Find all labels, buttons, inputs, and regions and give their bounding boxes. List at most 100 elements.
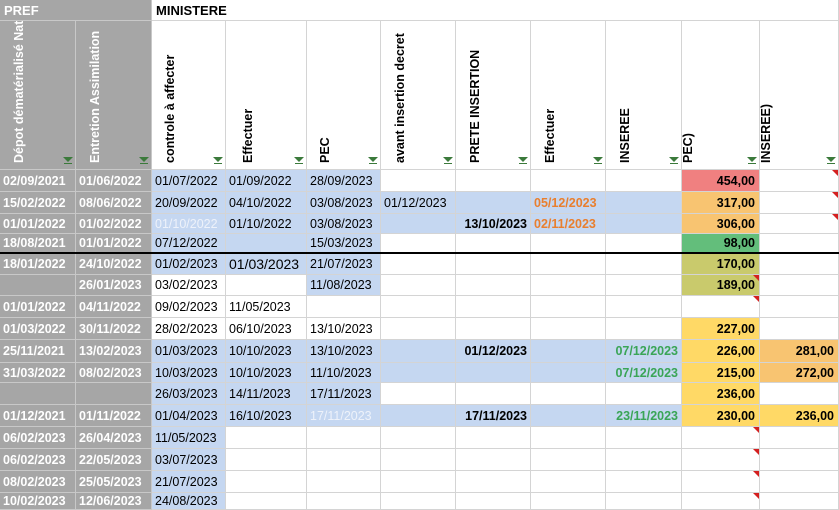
table-cell[interactable] bbox=[456, 449, 531, 471]
table-cell[interactable] bbox=[307, 427, 381, 449]
table-cell[interactable]: 21/07/2023 bbox=[307, 253, 381, 275]
table-cell[interactable] bbox=[226, 427, 307, 449]
header-delta-inseree-col[interactable]: DELTA (AFFECTER - INSEREE) bbox=[760, 21, 839, 170]
table-cell[interactable] bbox=[456, 275, 531, 296]
table-cell[interactable] bbox=[381, 234, 456, 253]
table-cell[interactable]: 227,00 bbox=[682, 318, 760, 340]
table-cell[interactable] bbox=[760, 170, 839, 192]
table-cell[interactable] bbox=[456, 296, 531, 318]
table-cell[interactable] bbox=[381, 449, 456, 471]
table-cell[interactable] bbox=[307, 471, 381, 493]
table-cell[interactable] bbox=[226, 471, 307, 493]
table-cell[interactable] bbox=[760, 383, 839, 405]
table-cell[interactable]: 13/10/2023 bbox=[307, 318, 381, 340]
table-cell[interactable]: 06/02/2023 bbox=[0, 449, 76, 471]
table-cell[interactable]: 02/11/2023 bbox=[531, 214, 606, 234]
table-cell[interactable]: 25/11/2021 bbox=[0, 340, 76, 363]
table-cell[interactable]: 230,00 bbox=[682, 405, 760, 427]
table-cell[interactable]: 28/02/2023 bbox=[152, 318, 226, 340]
table-cell[interactable]: 454,00 bbox=[682, 170, 760, 192]
table-cell[interactable] bbox=[456, 471, 531, 493]
header-controle-col[interactable]: controle à affecter bbox=[152, 21, 226, 170]
table-cell[interactable] bbox=[456, 427, 531, 449]
table-cell[interactable]: 03/07/2023 bbox=[152, 449, 226, 471]
table-cell[interactable] bbox=[606, 318, 682, 340]
table-cell[interactable]: 10/10/2023 bbox=[226, 363, 307, 383]
table-cell[interactable] bbox=[531, 405, 606, 427]
table-cell[interactable]: 01/10/2022 bbox=[152, 214, 226, 234]
table-cell[interactable]: 306,00 bbox=[682, 214, 760, 234]
table-cell[interactable] bbox=[531, 493, 606, 510]
table-cell[interactable]: 20/09/2022 bbox=[152, 192, 226, 214]
section-pref[interactable]: PREF bbox=[0, 0, 152, 21]
table-cell[interactable]: 03/08/2023 bbox=[307, 192, 381, 214]
table-cell[interactable] bbox=[456, 192, 531, 214]
table-cell[interactable] bbox=[531, 170, 606, 192]
filter-dropdown-icon[interactable] bbox=[826, 157, 836, 165]
table-cell[interactable] bbox=[531, 296, 606, 318]
table-cell[interactable] bbox=[307, 296, 381, 318]
comment-indicator-icon[interactable] bbox=[753, 275, 759, 281]
table-cell[interactable] bbox=[0, 383, 76, 405]
table-cell[interactable] bbox=[606, 449, 682, 471]
table-cell[interactable]: 01/04/2023 bbox=[152, 405, 226, 427]
table-cell[interactable]: 01/03/2023 bbox=[226, 253, 307, 275]
table-cell[interactable]: 11/08/2023 bbox=[307, 275, 381, 296]
table-cell[interactable] bbox=[760, 253, 839, 275]
header-depot-col[interactable]: Dépot dématérialisé Naturalisation bbox=[0, 21, 76, 170]
table-cell[interactable]: 01/12/2023 bbox=[381, 192, 456, 214]
table-cell[interactable] bbox=[760, 296, 839, 318]
table-cell[interactable] bbox=[531, 449, 606, 471]
header-effectuer-col[interactable]: Effectuer bbox=[226, 21, 307, 170]
header-prete-insertion-col[interactable]: PRETE INSERTION bbox=[456, 21, 531, 170]
section-ministere[interactable]: MINISTERE bbox=[152, 0, 839, 21]
table-cell[interactable]: 01/03/2022 bbox=[0, 318, 76, 340]
table-cell[interactable] bbox=[606, 471, 682, 493]
table-cell[interactable] bbox=[456, 234, 531, 253]
table-cell[interactable] bbox=[682, 296, 760, 318]
table-cell[interactable]: 236,00 bbox=[760, 405, 839, 427]
table-cell[interactable]: 12/06/2023 bbox=[76, 493, 152, 510]
table-cell[interactable]: 06/02/2023 bbox=[0, 427, 76, 449]
table-cell[interactable]: 189,00 bbox=[682, 275, 760, 296]
table-cell[interactable]: 04/10/2022 bbox=[226, 192, 307, 214]
comment-indicator-icon[interactable] bbox=[753, 296, 759, 302]
table-cell[interactable]: 13/10/2023 bbox=[307, 340, 381, 363]
filter-dropdown-icon[interactable] bbox=[669, 157, 679, 165]
table-cell[interactable]: 25/05/2023 bbox=[76, 471, 152, 493]
table-cell[interactable]: 11/05/2023 bbox=[152, 427, 226, 449]
table-cell[interactable]: 98,00 bbox=[682, 234, 760, 253]
table-cell[interactable]: 26/04/2023 bbox=[76, 427, 152, 449]
table-cell[interactable]: 01/06/2022 bbox=[76, 170, 152, 192]
table-cell[interactable] bbox=[226, 234, 307, 253]
table-cell[interactable] bbox=[606, 170, 682, 192]
table-cell[interactable]: 06/10/2023 bbox=[226, 318, 307, 340]
table-cell[interactable] bbox=[760, 234, 839, 253]
table-cell[interactable] bbox=[606, 275, 682, 296]
table-cell[interactable] bbox=[682, 449, 760, 471]
table-cell[interactable] bbox=[760, 214, 839, 234]
table-cell[interactable] bbox=[606, 296, 682, 318]
table-cell[interactable] bbox=[760, 275, 839, 296]
table-cell[interactable]: 11/10/2023 bbox=[307, 363, 381, 383]
comment-indicator-icon[interactable] bbox=[753, 449, 759, 455]
filter-dropdown-icon[interactable] bbox=[294, 157, 304, 165]
table-cell[interactable] bbox=[226, 275, 307, 296]
header-avant-insertion-col[interactable]: avant insertion decret bbox=[381, 21, 456, 170]
table-cell[interactable] bbox=[531, 318, 606, 340]
table-cell[interactable]: 08/02/2023 bbox=[0, 471, 76, 493]
table-cell[interactable] bbox=[381, 363, 456, 383]
table-cell[interactable] bbox=[381, 493, 456, 510]
table-cell[interactable]: 272,00 bbox=[760, 363, 839, 383]
table-cell[interactable] bbox=[381, 405, 456, 427]
filter-dropdown-icon[interactable] bbox=[443, 157, 453, 165]
table-cell[interactable]: 01/11/2022 bbox=[76, 405, 152, 427]
table-cell[interactable] bbox=[456, 363, 531, 383]
table-cell[interactable] bbox=[606, 192, 682, 214]
table-cell[interactable] bbox=[456, 170, 531, 192]
table-cell[interactable]: 281,00 bbox=[760, 340, 839, 363]
table-cell[interactable]: 26/01/2023 bbox=[76, 275, 152, 296]
table-cell[interactable]: 03/02/2023 bbox=[152, 275, 226, 296]
table-cell[interactable]: 07/12/2022 bbox=[152, 234, 226, 253]
table-cell[interactable]: 04/11/2022 bbox=[76, 296, 152, 318]
